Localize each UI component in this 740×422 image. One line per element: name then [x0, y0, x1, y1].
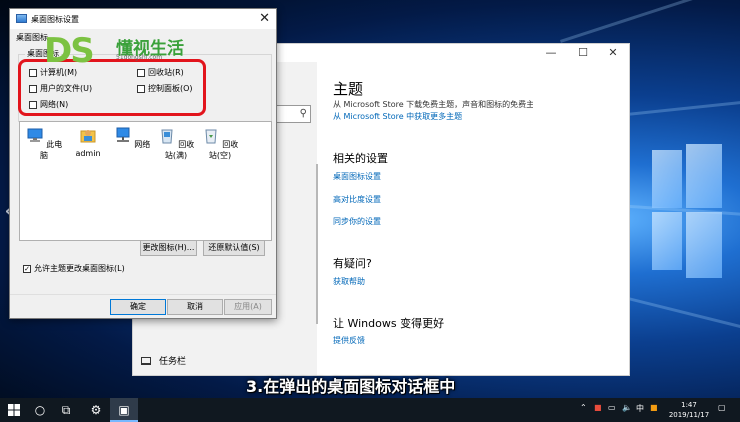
list-item[interactable]: 回收站(满): [154, 126, 198, 161]
checkbox-label: 允许主题更改桌面图标(L): [34, 264, 125, 273]
nav-item-taskbar-label: 任务栏: [159, 357, 187, 367]
list-item[interactable]: 此电脑: [22, 126, 66, 161]
checkbox-allow-themes[interactable]: ✓ 允许主题更改桌面图标(L): [23, 263, 125, 274]
clock-date: 2019/11/17: [668, 411, 710, 419]
high-contrast-link[interactable]: 高对比度设置: [333, 194, 381, 205]
recycle-bin-full-icon: [161, 129, 173, 144]
improve-windows-title: 让 Windows 变得更好: [333, 317, 445, 330]
list-item[interactable]: admin: [66, 126, 110, 158]
get-help-link[interactable]: 获取帮助: [333, 276, 365, 287]
task-view-icon[interactable]: ⧉: [52, 398, 80, 422]
search-input[interactable]: ⚲: [273, 105, 311, 123]
computer-icon: [27, 128, 43, 142]
icon-list[interactable]: 此电脑 admin 网络 回收站(满) 回收站(空): [19, 121, 272, 241]
related-settings-title: 相关的设置: [333, 152, 388, 165]
video-subtitle: 3.在弹出的桌面图标对话框中: [246, 377, 456, 396]
dialog-title: 桌面图标设置: [31, 15, 79, 24]
icon-label: 此电脑: [40, 140, 63, 160]
recycle-bin-empty-icon: [205, 129, 217, 144]
feedback-link[interactable]: 提供反馈: [333, 335, 365, 346]
taskbar: ○ ⧉ ⚙ ▣ ⌃ ■ ▭ 🔈 中 ■ 1:47 2019/11/17 ▢: [0, 398, 740, 422]
icon-label: 网络: [134, 140, 151, 149]
search-icon: ⚲: [299, 108, 307, 119]
user-folder-icon: [80, 130, 96, 143]
apply-button[interactable]: 应用(A): [224, 299, 272, 315]
store-description: 从 Microsoft Store 下载免费主题，声音和图标的免费主题: [333, 100, 533, 109]
question-title: 有疑问?: [333, 257, 372, 270]
checkbox-box: ✓: [23, 264, 31, 273]
desktop-icon-settings-link[interactable]: 桌面图标设置: [333, 171, 381, 182]
clock-time: 1:47: [681, 401, 697, 409]
watermark-ds: DS: [44, 31, 95, 71]
search-circle-icon[interactable]: ○: [26, 398, 54, 422]
clock[interactable]: 1:47 2019/11/17: [664, 400, 714, 420]
start-button[interactable]: [0, 398, 28, 422]
restore-default-button[interactable]: 还原默认值(S): [203, 240, 265, 256]
page-title: 主题: [333, 80, 364, 98]
list-item[interactable]: 回收站(空): [198, 126, 242, 161]
windows-logo-wallpaper: [652, 144, 722, 280]
nav-item-taskbar[interactable]: 任务栏: [141, 354, 186, 367]
input-tool-icon[interactable]: ■: [650, 403, 658, 412]
change-icon-button[interactable]: 更改图标(H)...: [140, 240, 197, 256]
minimize-icon[interactable]: —: [537, 46, 565, 60]
maximize-icon[interactable]: ☐: [569, 46, 597, 60]
list-item[interactable]: 网络: [110, 126, 154, 150]
close-icon[interactable]: ✕: [259, 11, 270, 26]
desktop-settings-icon: [16, 14, 27, 23]
windows-start-icon: [8, 404, 20, 416]
network-icon: [116, 127, 130, 142]
cancel-button[interactable]: 取消: [167, 299, 223, 315]
nav-scrollbar[interactable]: [316, 164, 318, 324]
close-icon[interactable]: ✕: [599, 46, 627, 60]
sync-settings-link[interactable]: 同步你的设置: [333, 216, 381, 227]
network-tray-icon[interactable]: ▭: [608, 403, 616, 412]
taskbar-icon: [141, 356, 151, 365]
ime-indicator[interactable]: 中: [636, 403, 644, 414]
settings-gear-icon[interactable]: ⚙: [82, 398, 110, 422]
notification-icon[interactable]: ▢: [718, 403, 726, 412]
volume-icon[interactable]: 🔈: [622, 403, 632, 412]
tray-app-icon[interactable]: ■: [594, 403, 602, 412]
ok-button[interactable]: 确定: [110, 299, 166, 315]
dialog-titlebar: 桌面图标设置 ✕: [10, 9, 276, 29]
tray-chevron-icon[interactable]: ⌃: [580, 403, 587, 412]
store-link[interactable]: 从 Microsoft Store 中获取更多主题: [333, 111, 462, 122]
desktop-settings-task-icon[interactable]: ▣: [110, 398, 138, 422]
watermark-url: 51dongshi.com: [116, 54, 163, 61]
icon-label: admin: [75, 149, 101, 158]
